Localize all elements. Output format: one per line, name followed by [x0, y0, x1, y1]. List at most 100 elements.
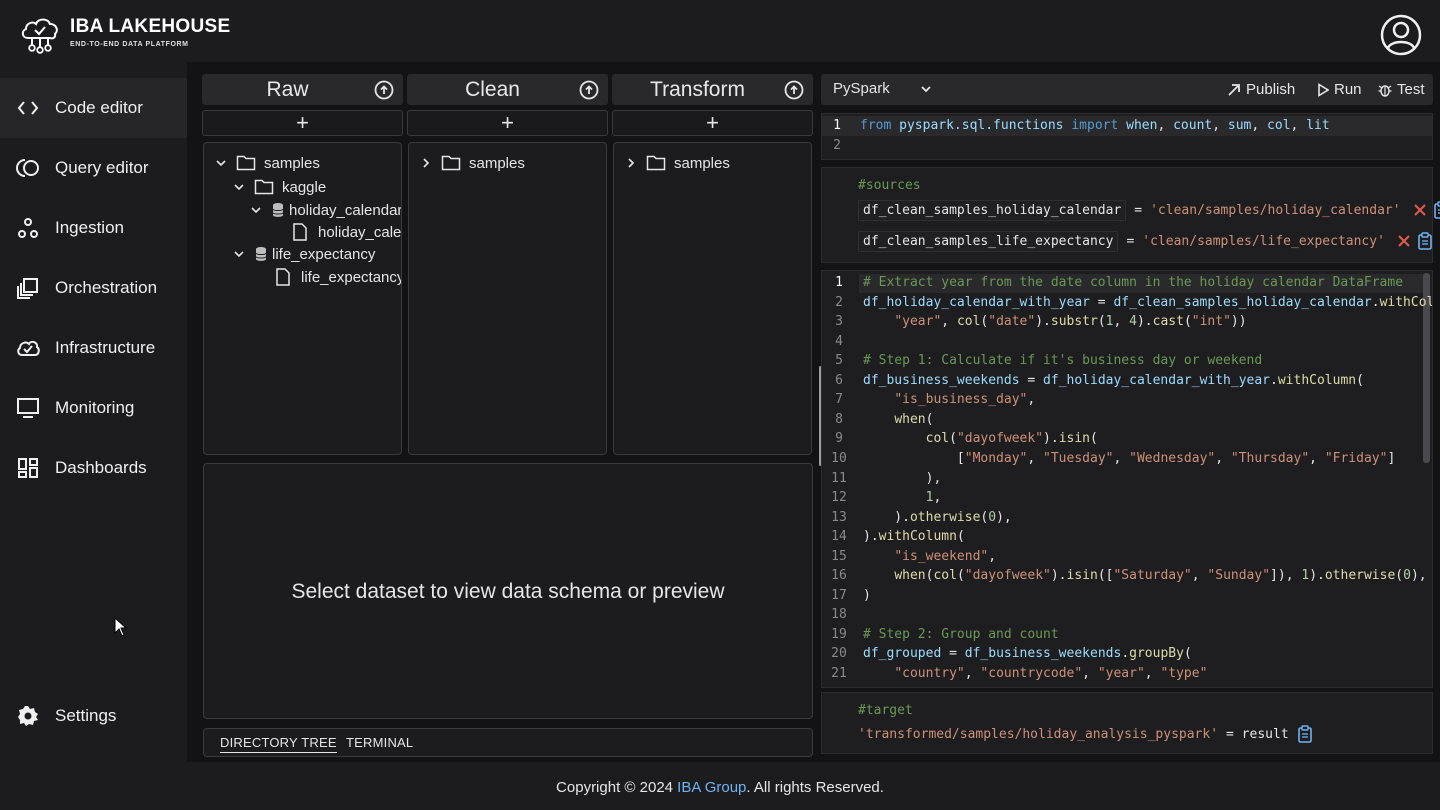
sidebar: Code editor Query editor Ingestion Orche…	[0, 78, 187, 762]
raw-add-button[interactable]: +	[202, 110, 403, 136]
sidebar-item-label: Settings	[55, 706, 117, 725]
folder-icon	[236, 155, 256, 171]
line-number: 16	[831, 568, 847, 584]
line-number: 1	[835, 275, 843, 290]
source-path: 'clean/samples/life_expectancy'	[1142, 233, 1385, 249]
sidebar-item-query-editor[interactable]: Query editor	[0, 138, 187, 198]
copyright-prefix: Copyright © 2024	[556, 779, 678, 796]
tree-item-label: samples	[264, 154, 320, 172]
tab-terminal[interactable]: TERMINAL	[346, 735, 413, 750]
publish-arrow-icon	[1228, 83, 1240, 96]
code-text: )	[863, 587, 871, 603]
publish-button[interactable]: Publish	[1227, 81, 1295, 98]
line-number: 11	[831, 470, 847, 486]
target-cell: #target 'transformed/samples/holiday_ana…	[821, 692, 1433, 754]
editor-toolbar: PySpark Publish Run Test	[821, 74, 1433, 105]
sidebar-item-settings[interactable]: Settings	[0, 686, 187, 746]
language-select[interactable]: PySpark	[833, 80, 932, 97]
sidebar-item-code-editor[interactable]: Code editor	[0, 78, 187, 138]
code-text: "is_weekend",	[894, 548, 997, 564]
orchestration-icon	[17, 278, 38, 299]
top-header: IBA LAKEHOUSE END-TO-END DATA PLATFORM	[0, 0, 1440, 70]
raw-tree-panel: samples kaggle holiday_calendar holiday_…	[203, 142, 402, 455]
sidebar-item-infrastructure[interactable]: Infrastructure	[0, 318, 187, 378]
sidebar-item-label: Infrastructure	[55, 338, 156, 357]
line-number: 8	[835, 411, 843, 427]
chevron-down-icon	[921, 85, 931, 92]
tree-item-folder[interactable]: samples	[214, 152, 320, 174]
upload-icon[interactable]	[374, 80, 394, 100]
clipboard-icon[interactable]	[1297, 725, 1313, 743]
transform-add-button[interactable]: +	[612, 110, 813, 136]
code-editor[interactable]: 1 # Extract year from the date column in …	[821, 270, 1433, 688]
code-text: # Extract year from the date column in t…	[863, 275, 1404, 290]
clipboard-icon[interactable]	[1417, 232, 1433, 250]
line-number: 7	[835, 392, 843, 408]
plus-icon: +	[296, 110, 309, 135]
sources-cell: #sources df_clean_samples_holiday_calend…	[821, 167, 1440, 263]
source-variable-input[interactable]: df_clean_samples_holiday_calendar	[858, 199, 1127, 221]
brand: IBA LAKEHOUSE END-TO-END DATA PLATFORM	[70, 16, 230, 48]
clean-add-button[interactable]: +	[407, 110, 608, 136]
chevron-down-icon	[216, 160, 226, 167]
upload-icon[interactable]	[579, 80, 599, 100]
line-number: 14	[831, 529, 847, 545]
tree-item-label: holiday_calendar	[318, 223, 402, 241]
line-number: 13	[831, 509, 847, 525]
tab-directory-tree[interactable]: DIRECTORY TREE	[220, 735, 337, 753]
source-row: df_clean_samples_life_expectancy = 'clea…	[858, 229, 1433, 253]
play-icon	[1318, 82, 1329, 97]
folder-icon	[646, 155, 666, 171]
remove-icon[interactable]	[1397, 234, 1411, 248]
tree-item-file[interactable]: life_expectancy	[273, 266, 402, 288]
clipboard-icon[interactable]	[1433, 201, 1440, 219]
upload-icon[interactable]	[784, 80, 804, 100]
tree-item-folder[interactable]: samples	[624, 152, 730, 174]
sidebar-item-label: Ingestion	[55, 218, 124, 237]
plus-icon: +	[706, 110, 719, 135]
tree-item-folder[interactable]: kaggle	[232, 176, 326, 198]
line-number: 3	[835, 314, 843, 330]
user-avatar-icon[interactable]	[1379, 13, 1423, 57]
code-text: df_holiday_calendar_with_year = df_clean…	[863, 294, 1433, 310]
brand-subtitle: END-TO-END DATA PLATFORM	[70, 41, 189, 48]
clean-header: Clean	[407, 74, 608, 105]
tree-item-folder[interactable]: samples	[419, 152, 525, 174]
sidebar-item-label: Query editor	[55, 158, 149, 177]
tree-item-dataset[interactable]: life_expectancy	[232, 243, 375, 265]
iba-group-link[interactable]: IBA Group	[677, 779, 746, 796]
sidebar-item-orchestration[interactable]: Orchestration	[0, 258, 187, 318]
folder-icon	[441, 155, 461, 171]
line-number: 10	[831, 450, 847, 466]
lakehouse-logo-icon	[21, 18, 58, 54]
sidebar-item-ingestion[interactable]: Ingestion	[0, 198, 187, 258]
tree-item-label: samples	[674, 154, 730, 172]
code-text: "country", "countrycode", "year", "type"	[894, 666, 1208, 681]
data-preview-panel: Select dataset to view data schema or pr…	[203, 463, 813, 719]
test-button[interactable]: Test	[1378, 81, 1425, 98]
sidebar-item-monitoring[interactable]: Monitoring	[0, 378, 187, 438]
chevron-right-icon	[628, 158, 635, 168]
plus-icon: +	[501, 110, 514, 135]
tree-item-file[interactable]: holiday_calendar	[290, 221, 402, 243]
line-number: 2	[833, 138, 841, 153]
folder-icon	[254, 179, 274, 195]
copyright: Copyright © 2024 IBA Group. All rights R…	[0, 779, 1440, 796]
code-text: # Step 1: Calculate if it's business day…	[863, 353, 1263, 369]
remove-icon[interactable]	[1413, 203, 1427, 217]
line-number: 2	[835, 294, 843, 310]
source-variable-input[interactable]: df_clean_samples_life_expectancy	[858, 230, 1119, 252]
chevron-down-icon	[234, 184, 244, 191]
sidebar-item-dashboards[interactable]: Dashboards	[0, 438, 187, 498]
run-button[interactable]: Run	[1317, 81, 1362, 98]
code-text: # Step 2: Group and count	[863, 626, 1059, 642]
line-number: 21	[831, 666, 847, 681]
code-text: when(	[894, 411, 934, 427]
tree-item-label: life_expectancy	[301, 268, 402, 286]
imports-cell[interactable]: 1 from pyspark.sql.functions import when…	[821, 113, 1433, 160]
file-icon	[293, 223, 307, 241]
line-number: 1	[833, 118, 841, 133]
sidebar-item-label: Orchestration	[55, 278, 158, 297]
tree-item-dataset[interactable]: holiday_calendar	[249, 199, 401, 221]
line-number: 4	[835, 333, 843, 349]
